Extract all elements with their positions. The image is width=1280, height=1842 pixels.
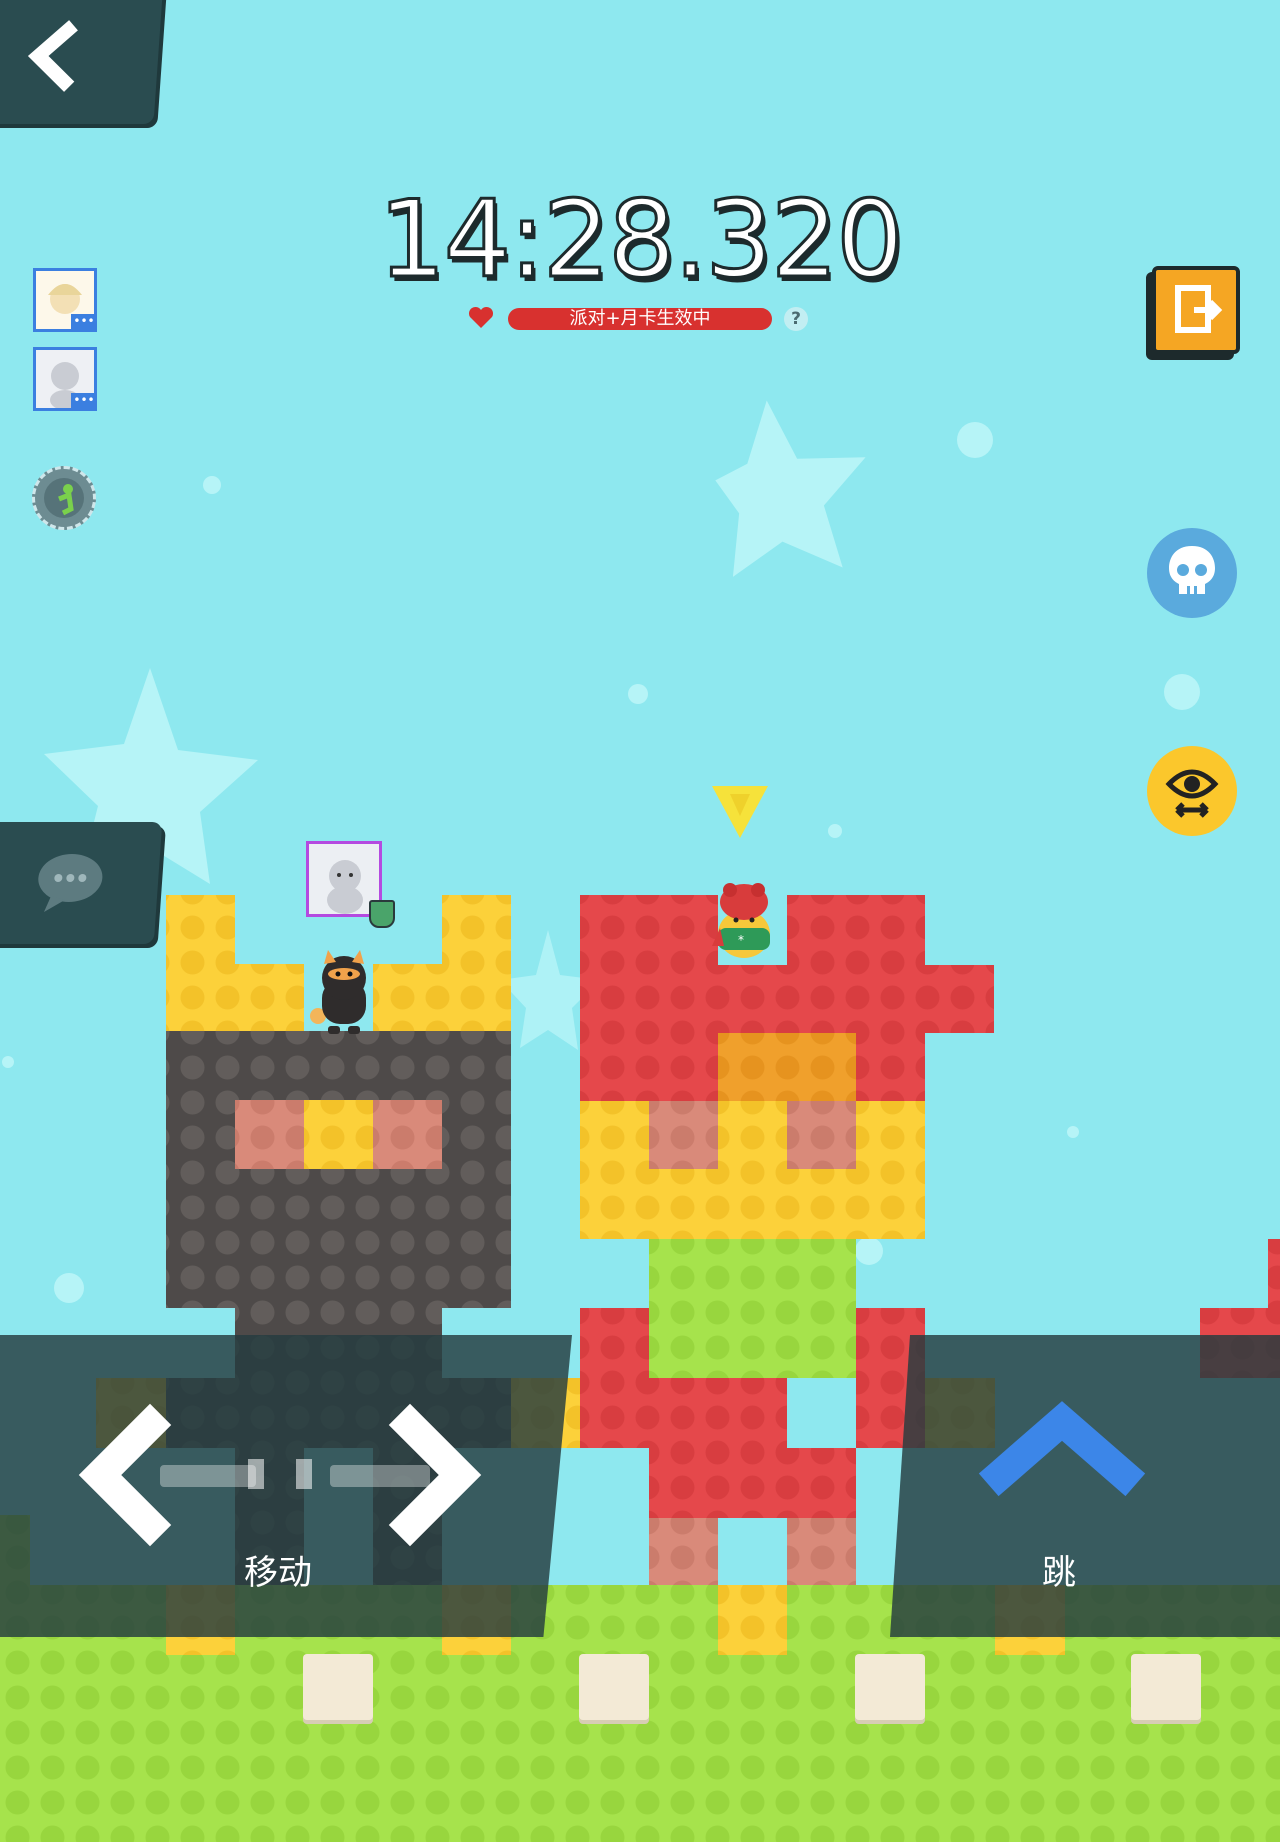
lego-block [166,1031,511,1308]
lego-block [166,895,235,1031]
lego-block [580,895,718,965]
player-chick-red-hat: * [706,880,780,964]
ground-tile [855,1654,925,1720]
lego-block [580,1308,649,1448]
lego-block [649,1518,718,1585]
party-status-bar: 派对+月卡生效中 [508,308,772,330]
heart-icon [468,306,494,328]
jump-label: 跳 [1042,1553,1076,1593]
view-swap-eye-icon [1165,769,1219,818]
lego-block [235,1100,304,1169]
move-slider-track [330,1465,430,1487]
player-avatar-badge[interactable] [306,841,395,928]
skull-icon [1169,546,1215,594]
ground-tile [303,1654,373,1720]
exit-door-icon [1175,285,1223,333]
chat-button[interactable] [0,822,163,944]
teammate-avatar[interactable]: ••• [33,347,97,411]
lego-block [373,964,442,1031]
lego-block [787,895,925,965]
race-timer: 14:28.320 [377,177,906,303]
level-shield-icon [369,900,395,928]
jump-control[interactable]: 跳 [890,1335,1280,1637]
lego-block [373,1100,442,1169]
help-button[interactable]: ? [784,307,808,331]
target-marker-icon [712,786,768,838]
ground-tile [1131,1654,1201,1720]
jump-arrow-icon [978,1401,1146,1497]
move-left-icon [78,1403,172,1547]
move-slider-tick [296,1459,312,1489]
lego-block [649,1378,787,1448]
skill-badge[interactable] [32,466,96,530]
lego-block [580,965,994,1033]
move-slider-tick [248,1459,264,1489]
view-swap-button[interactable] [1147,746,1237,836]
lego-block [235,964,304,1031]
player-ninja-cat [306,950,380,1034]
lego-block [1268,1239,1280,1309]
lego-block [718,1033,856,1101]
move-slider-track [160,1465,256,1487]
lego-block [787,1101,856,1169]
lego-block [787,1518,856,1585]
back-chevron-icon [27,20,78,92]
skull-button[interactable] [1147,528,1237,618]
back-button[interactable] [0,0,163,124]
more-options-icon[interactable]: ••• [71,393,97,411]
move-control[interactable]: 移动 [0,1335,572,1637]
lego-block [718,1585,787,1655]
chat-bubble-icon [38,854,103,912]
lego-block [304,1100,373,1169]
lego-block [649,1101,718,1169]
exit-button[interactable] [1152,266,1240,354]
lego-block [649,1239,856,1378]
lego-block [442,895,511,1031]
lego-block [649,1448,856,1518]
more-options-icon[interactable]: ••• [71,314,97,332]
lego-block [580,1101,925,1239]
svg-text:*: * [738,933,744,947]
teammate-avatar[interactable]: ••• [33,268,97,332]
ground-tile [579,1654,649,1720]
move-label: 移动 [244,1553,312,1593]
